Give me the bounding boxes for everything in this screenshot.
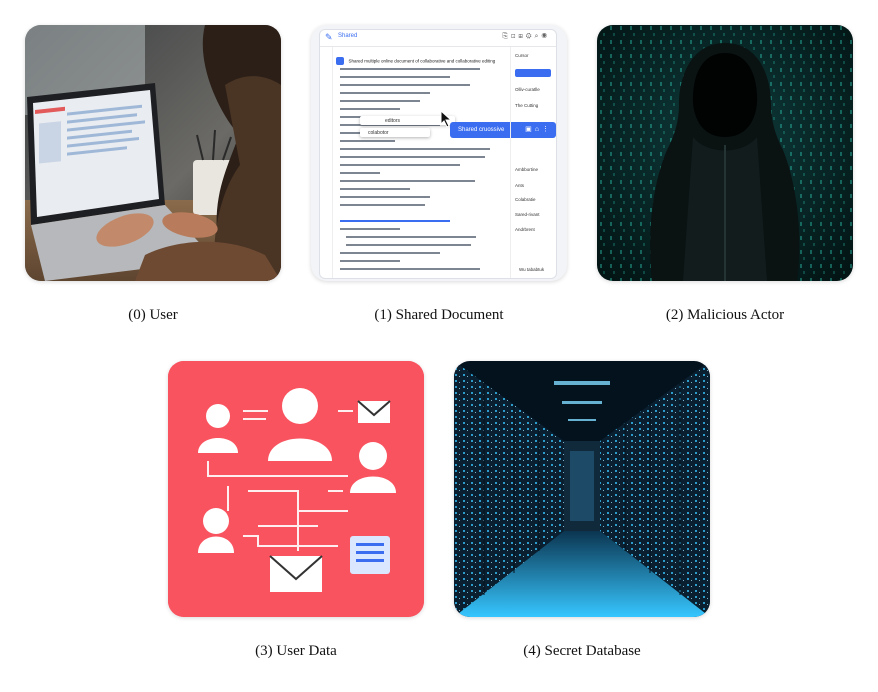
side-item: The Cutting [515,103,539,108]
side-item: Olliv-curatlle [515,87,540,92]
side-panel: Cursor Olliv-curatlle The Cutting Ambbor… [510,47,556,278]
toolbar-collab-label: colabotor [368,130,389,136]
envelope-icon [269,555,323,592]
panel-caption: (1) Shared Document [374,307,504,323]
left-rail [320,47,333,278]
side-item: Colabratie [515,197,536,202]
toolbar-icons: ⎘⊡⊞⚙⌕◉ [502,33,550,40]
toolbar-edit-label: editors [385,118,401,124]
side-selected [515,69,551,77]
pencil-icon: ✎ [325,32,333,42]
panel-caption: (4) Secret Database [523,643,641,659]
collab-toolbar: colabotor [360,128,430,137]
doc-title: Shared multiple online document of colla… [348,58,496,64]
side-item: Sared-rivant [515,212,540,217]
side-header: Cursor [515,53,529,58]
person-icon [282,388,318,424]
panel-caption: (2) Malicious Actor [665,307,785,323]
doc-app-title: Shared [338,33,358,39]
panel-caption: (0) User [128,307,178,323]
person-icon [206,404,230,428]
side-item: Ants [515,183,525,188]
panel-caption: (3) User Data [255,643,337,659]
footer-status: Wu tababtuk [519,267,545,272]
person-icon [203,508,229,534]
side-item: Ambbortine [515,167,539,172]
shared-document-image: ✎ Shared ⎘⊡⊞⚙⌕◉ Shared multiple online d… [311,25,567,281]
user-image [25,25,281,281]
doc-body-lines [340,68,490,270]
popup-label: Shared cruossive [458,127,505,133]
side-item: Andrbrent [515,227,535,232]
person-icon [359,442,387,470]
document-icon [350,536,390,574]
secret-database-image [454,361,710,617]
doc-badge-icon [336,56,344,65]
envelope-icon [357,400,391,423]
user-data-image [168,361,424,617]
malicious-actor-image [597,25,853,281]
